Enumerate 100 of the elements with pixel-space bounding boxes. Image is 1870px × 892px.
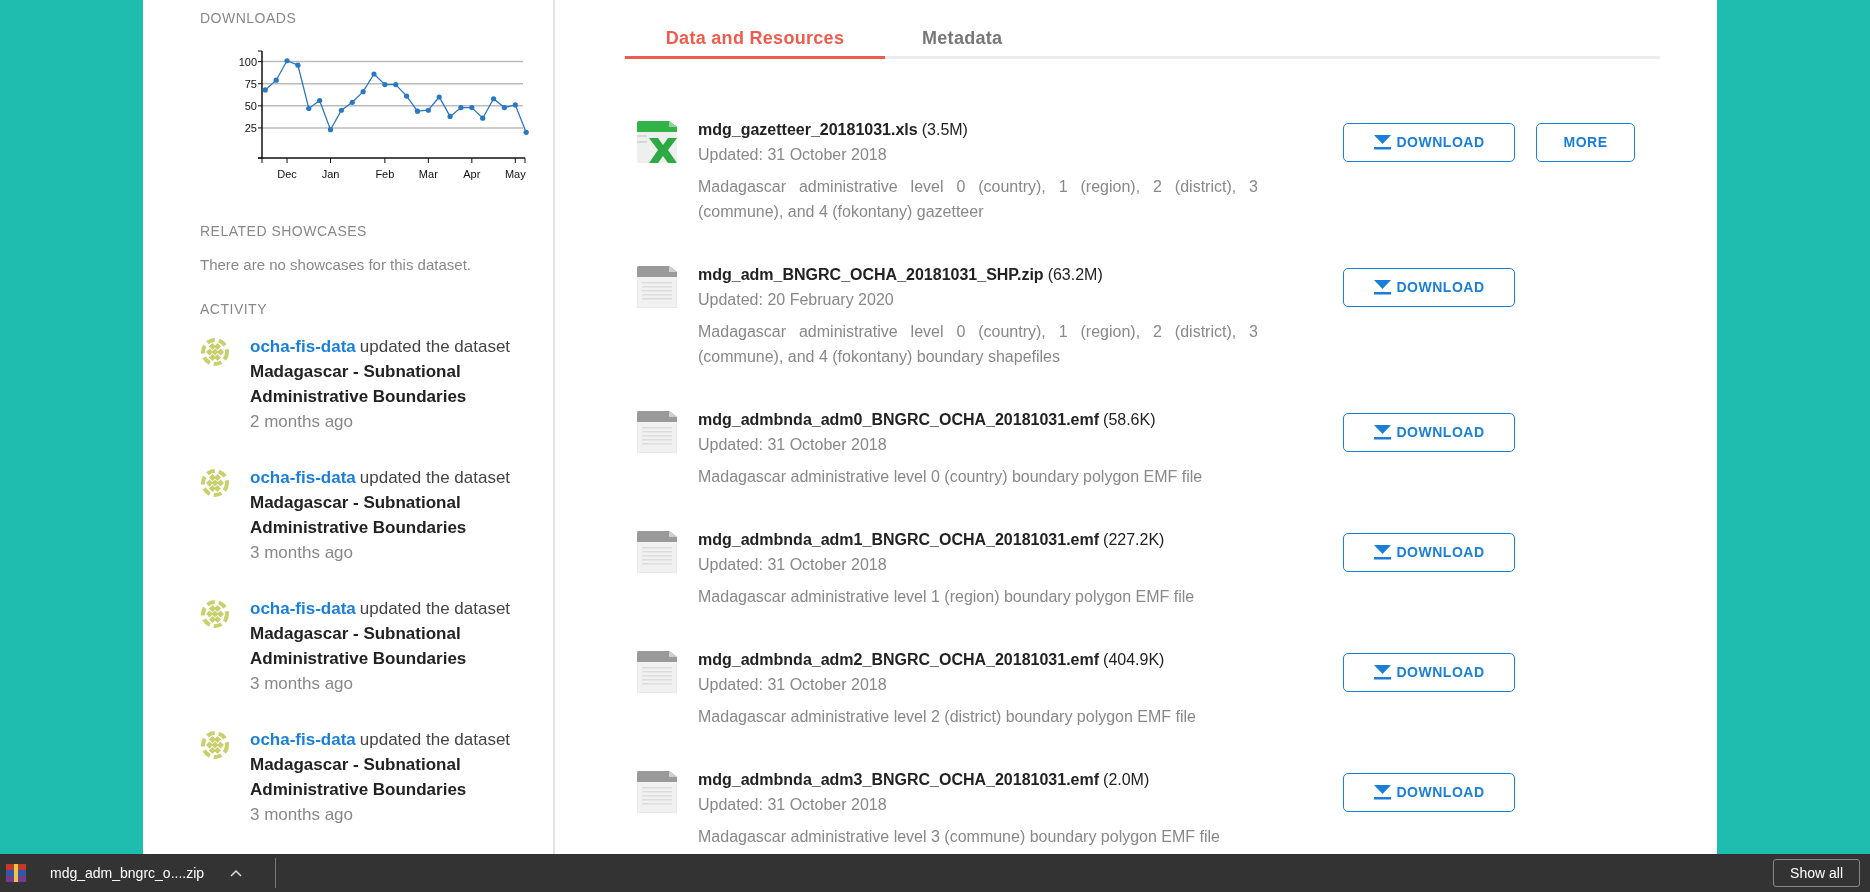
file-size: (227.2K) <box>1103 530 1165 550</box>
tab[interactable]: Data and Resources <box>625 20 885 59</box>
data-file-icon <box>637 531 677 573</box>
file-name: mdg_gazetteer_20181031.xls <box>698 120 918 140</box>
x-tick-label: Jan <box>321 168 340 180</box>
updated-date: Updated: 31 October 2018 <box>698 795 888 815</box>
data-point <box>393 82 399 88</box>
file-size: (58.6K) <box>1103 410 1156 430</box>
x-tick-label: Feb <box>375 168 395 180</box>
updated-date: Updated: 31 October 2018 <box>698 675 888 695</box>
file-size: (63.2M) <box>1047 265 1103 285</box>
download-icon <box>1373 425 1391 440</box>
file-size: (2.0M) <box>1103 770 1150 790</box>
data-point <box>447 113 453 120</box>
y-tick-label: 75 <box>244 77 257 90</box>
data-point <box>523 129 529 135</box>
empty-message: There are no showcases for this dataset. <box>200 255 472 275</box>
data-point <box>327 127 334 133</box>
data-point <box>414 108 421 114</box>
updated-date: Updated: 31 October 2018 <box>698 435 888 455</box>
x-tick-label: Mar <box>418 168 438 180</box>
data-point <box>360 89 366 95</box>
dataset-title: Madagascar - Subnational Administrative Boundaries <box>250 753 468 801</box>
archive-icon <box>6 864 26 882</box>
dataset-title: Madagascar - Subnational Administrative Boundaries <box>250 491 468 539</box>
avatar-icon <box>200 467 230 498</box>
user-link[interactable]: ocha-fis-data <box>250 595 356 621</box>
file-description: Madagascar administrative level 3 (commune) boundary polygon EMF file <box>698 827 1221 847</box>
file-name: mdg_admbnda_adm2_BNGRC_OCHA_20181031.emf <box>698 650 1100 670</box>
data-point <box>382 82 388 88</box>
y-tick-label: 50 <box>244 99 257 112</box>
data-point <box>404 93 410 99</box>
updated-date: Updated: 20 February 2020 <box>698 290 895 310</box>
x-tick-label: May <box>504 168 526 180</box>
data-point <box>425 107 431 113</box>
download-button[interactable]: DOWNLOAD <box>1343 123 1515 162</box>
activity-action: updated the dataset <box>359 728 511 751</box>
section-heading: RELATED SHOWCASES <box>200 222 368 241</box>
more-button[interactable]: MORE <box>1536 123 1635 162</box>
data-point <box>284 58 290 64</box>
data-point <box>317 97 323 104</box>
data-point <box>273 77 279 83</box>
download-icon <box>1373 280 1391 295</box>
activity-time: 3 months ago <box>250 541 354 564</box>
download-icon <box>1373 135 1391 150</box>
file-description: Madagascar administrative level 0 (country), 1 (region), 2 (district), 3 (commune), and 4 (fokontany) gazetteer <box>698 177 1258 222</box>
data-file-icon <box>637 266 677 308</box>
data-point <box>458 105 464 111</box>
dataset-title: Madagascar - Subnational Administrative Boundaries <box>250 360 468 408</box>
data-point <box>469 105 475 111</box>
user-link[interactable]: ocha-fis-data <box>250 333 356 359</box>
file-size: (3.5M) <box>921 120 968 140</box>
data-point <box>436 94 442 100</box>
data-point <box>306 105 312 112</box>
data-point <box>480 115 486 121</box>
file-description: Madagascar administrative level 0 (country), 1 (region), 2 (district), 3 (commune), and 4 (fokontany) boundary shapefiles <box>698 322 1258 367</box>
y-tick-label: 100 <box>238 55 257 68</box>
download-button[interactable]: DOWNLOAD <box>1343 533 1515 572</box>
caret-up-icon <box>230 869 243 877</box>
file-name: mdg_admbnda_adm3_BNGRC_OCHA_20181031.emf <box>698 770 1100 790</box>
dataset-title: Madagascar - Subnational Administrative Boundaries <box>250 622 468 670</box>
download-icon <box>1373 545 1391 560</box>
download-button[interactable]: DOWNLOAD <box>1343 653 1515 692</box>
data-point <box>349 99 355 105</box>
avatar-icon <box>200 336 230 367</box>
download-button[interactable]: DOWNLOAD <box>1343 773 1515 812</box>
data-point <box>338 107 344 113</box>
activity-time: 2 months ago <box>250 410 354 433</box>
data-point <box>501 105 508 111</box>
spreadsheet-file-icon <box>637 121 677 163</box>
data-point <box>490 96 497 102</box>
file-size: (404.9K) <box>1103 650 1165 670</box>
file-name: mdg_admbnda_adm1_BNGRC_OCHA_20181031.emf <box>698 530 1100 550</box>
updated-date: Updated: 31 October 2018 <box>698 145 888 165</box>
data-point <box>295 62 301 68</box>
data-point <box>512 102 518 108</box>
y-tick-label: 25 <box>244 121 257 134</box>
activity-action: updated the dataset <box>359 597 511 620</box>
activity-time: 3 months ago <box>250 803 354 826</box>
tab[interactable]: Metadata <box>885 20 1040 59</box>
file-description: Madagascar administrative level 1 (region) boundary polygon EMF file <box>698 587 1196 607</box>
data-file-icon <box>637 411 677 453</box>
section-heading: DOWNLOADS <box>200 9 298 28</box>
user-link[interactable]: ocha-fis-data <box>250 464 356 490</box>
data-file-icon <box>637 771 677 813</box>
activity-action: updated the dataset <box>359 466 511 489</box>
data-file-icon <box>637 651 677 693</box>
show-all-button[interactable]: Show all <box>1773 859 1860 887</box>
x-tick-label: Dec <box>277 168 297 180</box>
user-link[interactable]: ocha-fis-data <box>250 726 356 752</box>
file-description: Madagascar administrative level 2 (district) boundary polygon EMF file <box>698 707 1197 727</box>
download-icon <box>1373 785 1391 800</box>
section-heading: ACTIVITY <box>200 299 268 319</box>
download-button[interactable]: DOWNLOAD <box>1343 413 1515 452</box>
download-icon <box>1373 665 1391 680</box>
x-tick-label: Apr <box>463 168 481 180</box>
download-button[interactable]: DOWNLOAD <box>1343 268 1515 307</box>
file-name: mdg_adm_BNGRC_OCHA_20181031_SHP.zip <box>698 265 1044 285</box>
avatar-icon <box>200 598 230 629</box>
avatar-icon <box>200 729 230 760</box>
